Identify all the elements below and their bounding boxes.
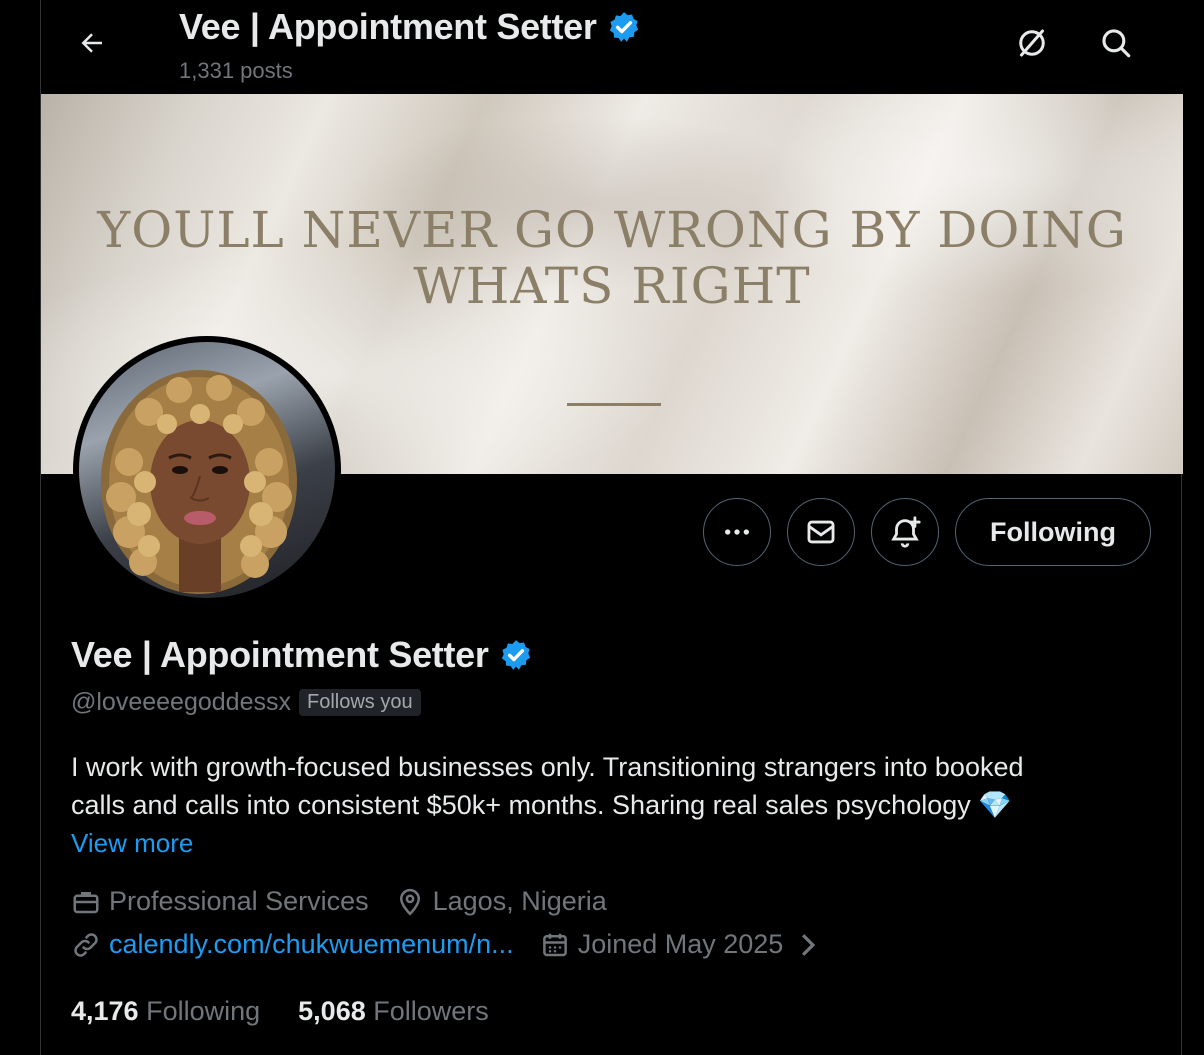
follows-you-badge: Follows you: [298, 689, 421, 716]
bell-plus-icon: [891, 516, 921, 548]
website-item[interactable]: calendly.com/chukwuemenum/n...: [71, 929, 514, 960]
avatar-illustration: [101, 370, 297, 594]
envelope-icon: [807, 520, 835, 544]
location-item: Lagos, Nigeria: [395, 886, 607, 917]
banner-divider: [567, 403, 661, 406]
view-more-link[interactable]: View more: [71, 828, 193, 859]
notifications-button[interactable]: [871, 498, 939, 566]
following-stat[interactable]: 4,176 Following: [71, 996, 260, 1027]
post-count: 1,331 posts: [179, 58, 293, 83]
search-icon: [1102, 29, 1131, 58]
profile-handle: @loveeeegoddessx: [71, 688, 291, 716]
banner-quote-line: WHATS RIGHT: [413, 257, 811, 315]
top-bar: Vee | Appointment Setter 1,331 posts: [41, 0, 1183, 94]
verified-badge-icon[interactable]: [499, 638, 533, 672]
profile-page: Vee | Appointment Setter 1,331 posts YOU…: [40, 0, 1183, 1055]
avatar-photo: [79, 342, 335, 598]
following-button[interactable]: Following: [955, 498, 1151, 566]
search-button[interactable]: [1093, 20, 1139, 66]
followers-count: 5,068: [298, 996, 366, 1026]
header-title: Vee | Appointment Setter: [179, 6, 641, 48]
following-count: 4,176: [71, 996, 139, 1026]
grok-button[interactable]: [1009, 20, 1055, 66]
arrow-left-icon: [81, 33, 102, 53]
more-options-button[interactable]: [703, 498, 771, 566]
more-horizontal-icon: [725, 529, 749, 535]
follow-stats: 4,176 Following 5,068 Followers: [71, 996, 489, 1027]
joined-text: Joined May 2025: [577, 929, 784, 959]
followers-label: Followers: [373, 996, 489, 1026]
location-text: Lagos, Nigeria: [432, 886, 607, 916]
grok-icon: [1019, 29, 1045, 57]
header-title-text: Vee | Appointment Setter: [179, 6, 597, 47]
banner-quote-line: YOULL NEVER GO WRONG BY DOING: [97, 201, 1127, 259]
following-label: Following: [146, 996, 261, 1026]
back-button[interactable]: [69, 20, 115, 66]
profile-name: Vee | Appointment Setter: [71, 634, 533, 676]
briefcase-icon: [73, 891, 99, 913]
message-button[interactable]: [787, 498, 855, 566]
verified-badge-icon: [609, 12, 638, 42]
avatar[interactable]: [73, 336, 341, 604]
profile-name-text: Vee | Appointment Setter: [71, 634, 489, 675]
banner-quote: YOULL NEVER GO WRONG BY DOING WHATS RIGH…: [41, 202, 1183, 314]
calendar-icon: [542, 933, 567, 956]
category-text: Professional Services: [109, 886, 369, 916]
link-icon: [74, 932, 98, 957]
bio-line: I work with growth-focused businesses on…: [71, 752, 1024, 782]
joined-item[interactable]: Joined May 2025: [540, 929, 820, 960]
profile-meta-row: Professional Services Lagos, Nigeria: [71, 886, 633, 917]
profile-bio: I work with growth-focused businesses on…: [71, 748, 1151, 824]
chevron-right-icon: [797, 932, 819, 958]
website-link[interactable]: calendly.com/chukwuemenum/n...: [109, 929, 514, 960]
location-pin-icon: [399, 888, 420, 916]
followers-stat[interactable]: 5,068 Followers: [298, 996, 489, 1027]
category-item: Professional Services: [71, 886, 369, 917]
handle-row: @loveeeegoddessx Follows you: [71, 688, 421, 717]
profile-meta-row: calendly.com/chukwuemenum/n... Joined Ma…: [71, 929, 845, 960]
bio-line: calls and calls into consistent $50k+ mo…: [71, 790, 1012, 820]
